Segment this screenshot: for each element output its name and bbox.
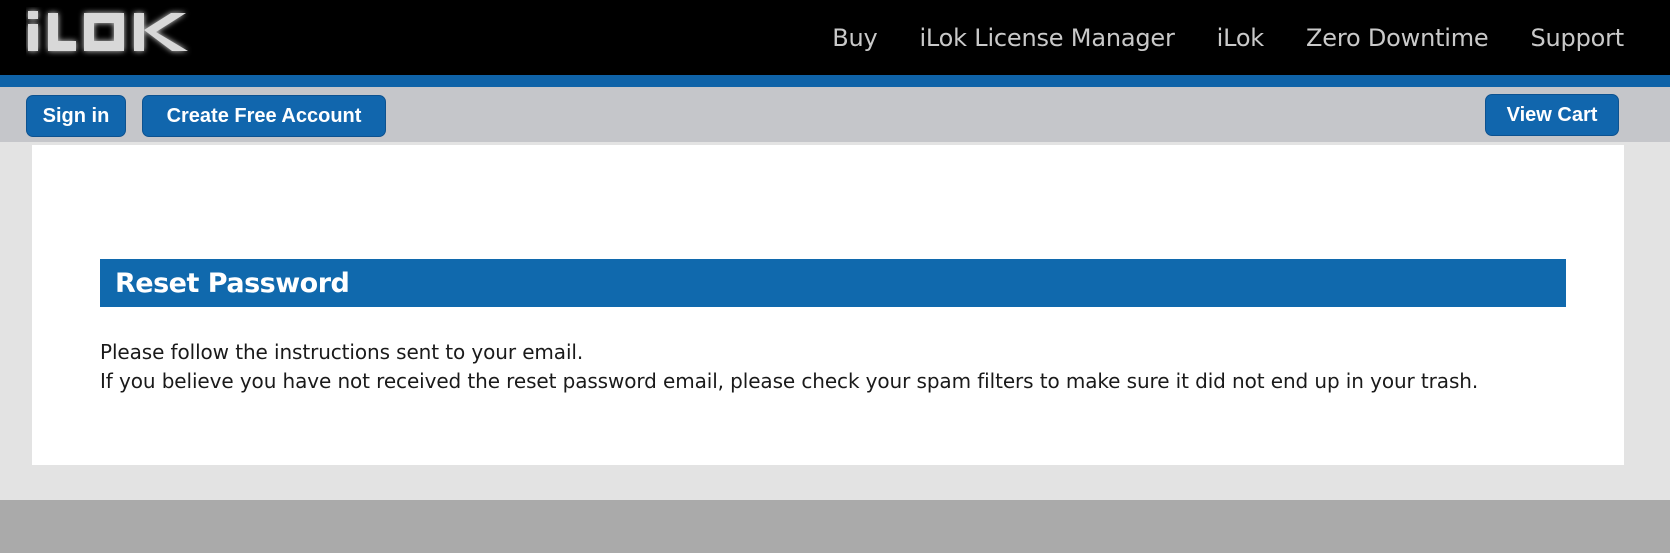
footer bbox=[0, 500, 1670, 553]
view-cart-button[interactable]: View Cart bbox=[1485, 94, 1619, 136]
main-nav: Buy iLok License Manager iLok Zero Downt… bbox=[790, 0, 1624, 75]
nav-ilok[interactable]: iLok bbox=[1217, 24, 1265, 52]
page-title: Reset Password bbox=[115, 267, 350, 299]
reset-password-header: Reset Password bbox=[100, 259, 1566, 307]
instruction-text: Please follow the instructions sent to y… bbox=[100, 340, 584, 364]
ilok-logo[interactable] bbox=[26, 7, 206, 57]
create-free-account-button[interactable]: Create Free Account bbox=[142, 95, 386, 137]
top-navigation-bar: Buy iLok License Manager iLok Zero Downt… bbox=[0, 0, 1670, 75]
nav-ilok-license-manager[interactable]: iLok License Manager bbox=[919, 24, 1174, 52]
header-stripe bbox=[0, 75, 1670, 87]
spam-notice-text: If you believe you have not received the… bbox=[100, 369, 1479, 393]
nav-zero-downtime[interactable]: Zero Downtime bbox=[1306, 24, 1489, 52]
sign-in-button[interactable]: Sign in bbox=[26, 95, 126, 137]
nav-support[interactable]: Support bbox=[1531, 24, 1625, 52]
nav-buy[interactable]: Buy bbox=[832, 24, 877, 52]
